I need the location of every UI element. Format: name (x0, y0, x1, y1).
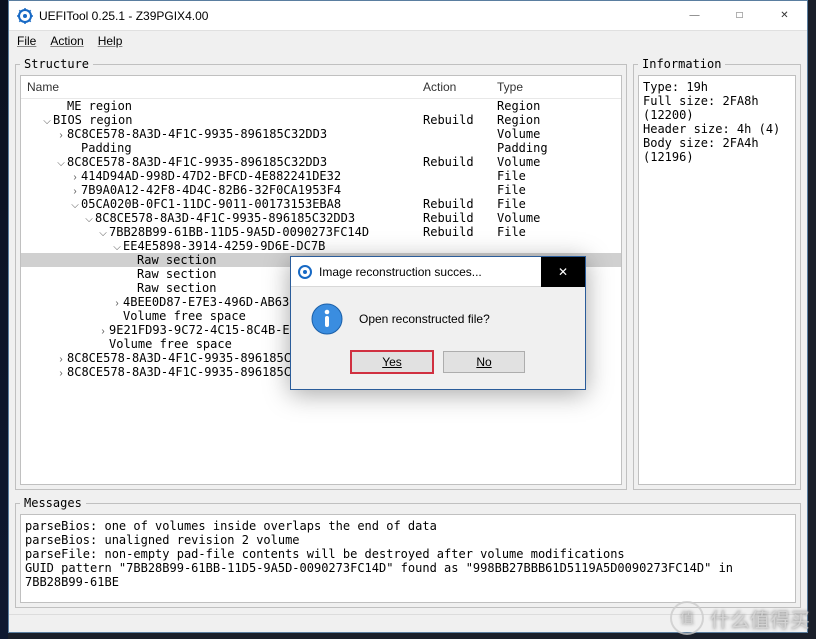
dialog-app-icon (297, 264, 313, 280)
dialog: Image reconstruction succes... ✕ Open re… (290, 256, 586, 390)
modal-layer: Image reconstruction succes... ✕ Open re… (0, 0, 816, 639)
watermark-text: 什么值得买 (710, 604, 810, 633)
dialog-titlebar: Image reconstruction succes... ✕ (291, 257, 585, 287)
yes-button[interactable]: Yes (351, 351, 433, 373)
watermark: 值 什么值得买 (670, 601, 810, 635)
dialog-body: Open reconstructed file? (291, 287, 585, 351)
dialog-title: Image reconstruction succes... (319, 265, 541, 279)
dialog-close-button[interactable]: ✕ (541, 257, 585, 287)
watermark-badge-icon: 值 (670, 601, 704, 635)
no-button[interactable]: No (443, 351, 525, 373)
dialog-buttons: Yes No (291, 351, 585, 389)
dialog-message: Open reconstructed file? (359, 312, 490, 326)
info-icon (311, 303, 343, 335)
